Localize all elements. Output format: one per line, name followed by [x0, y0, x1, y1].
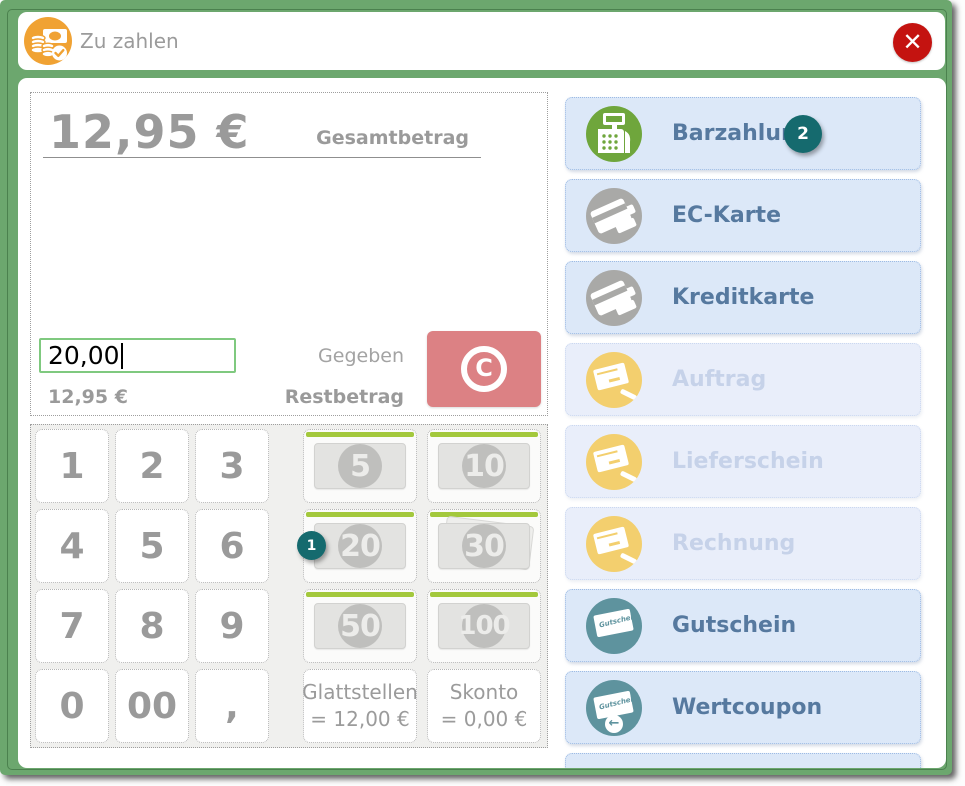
- payment-label: Wertcoupon: [672, 695, 822, 720]
- given-value: 20,00: [48, 341, 120, 370]
- document-pen-icon: [586, 516, 642, 572]
- voucher-arrow-icon: Gutschein ←: [586, 680, 642, 736]
- rest-label: Restbetrag: [285, 386, 404, 408]
- credit-card-icon: [586, 270, 642, 326]
- payment-button-ec-karte[interactable]: EC-Karte: [565, 179, 921, 252]
- numpad-key-00[interactable]: 00: [115, 669, 189, 743]
- banknote-button-30[interactable]: 30: [427, 509, 541, 583]
- payment-button-lieferschein: Lieferschein: [565, 425, 921, 498]
- total-amount: 12,95 €: [49, 105, 250, 159]
- payment-button-partial[interactable]: [565, 753, 921, 768]
- numpad-key-1[interactable]: 1: [35, 429, 109, 503]
- close-button[interactable]: ✕: [893, 23, 932, 62]
- payment-label: EC-Karte: [672, 203, 781, 228]
- green-bar: [306, 432, 414, 437]
- numpad-key-3[interactable]: 3: [195, 429, 269, 503]
- numpad-key-6[interactable]: 6: [195, 509, 269, 583]
- payment-label: Kreditkarte: [672, 285, 814, 310]
- green-bar: [430, 432, 538, 437]
- numpad-key-7[interactable]: 7: [35, 589, 109, 663]
- banknote-button-100[interactable]: 100: [427, 589, 541, 663]
- payment-button-barzahlung[interactable]: Barzahlung 2: [565, 97, 921, 170]
- keypad-panel: 1 2 3 4 5 6 7 8 9 0 00 , 5 10: [30, 424, 548, 748]
- banknote-icon: 5: [314, 443, 406, 489]
- voucher-icon: Gutschein: [586, 598, 642, 654]
- skonto-button[interactable]: Skonto = 0,00 €: [427, 669, 541, 743]
- arrow-left-icon: ←: [605, 715, 623, 733]
- payment-label: Auftrag: [672, 367, 766, 392]
- denomination-grid: 5 10 20 30 50: [303, 429, 541, 743]
- numpad-key-8[interactable]: 8: [115, 589, 189, 663]
- dialog-title: Zu zahlen: [80, 29, 179, 53]
- rest-amount: 12,95 €: [48, 386, 128, 408]
- step-badge-2: 2: [784, 115, 822, 153]
- payment-label: Rechnung: [672, 531, 795, 556]
- banknote-icon: 10: [438, 443, 530, 489]
- close-icon: ✕: [902, 30, 922, 54]
- total-underline: [43, 157, 481, 158]
- green-bar: [306, 592, 414, 597]
- glattstellen-button[interactable]: Glattstellen = 12,00 €: [303, 669, 417, 743]
- green-bar: [306, 512, 414, 517]
- banknote-icon: 30: [438, 523, 530, 569]
- text-caret: [121, 343, 123, 369]
- money-coins-icon: [24, 17, 72, 65]
- payment-label: Lieferschein: [672, 449, 824, 474]
- total-label: Gesamtbetrag: [316, 127, 469, 149]
- banknote-icon: 100: [438, 603, 530, 649]
- given-amount-input[interactable]: 20,00: [39, 338, 236, 373]
- ec-card-icon: [586, 188, 642, 244]
- payments-panel: Barzahlung 2 EC-Karte Kreditkarte Au: [565, 97, 921, 768]
- given-label: Gegeben: [318, 345, 404, 367]
- numpad-key-comma[interactable]: ,: [195, 669, 269, 743]
- clear-button[interactable]: C: [427, 331, 541, 407]
- payment-button-kreditkarte[interactable]: Kreditkarte: [565, 261, 921, 334]
- numpad-key-5[interactable]: 5: [115, 509, 189, 583]
- numpad-key-4[interactable]: 4: [35, 509, 109, 583]
- clear-icon: C: [461, 346, 507, 392]
- payment-button-auftrag: Auftrag: [565, 343, 921, 416]
- numpad-key-9[interactable]: 9: [195, 589, 269, 663]
- payment-button-gutschein[interactable]: Gutschein Gutschein: [565, 589, 921, 662]
- dialog-content: 12,95 € Gesamtbetrag 20,00 Gegeben 12,95…: [18, 78, 946, 768]
- banknote-button-50[interactable]: 50: [303, 589, 417, 663]
- payment-button-rechnung: Rechnung: [565, 507, 921, 580]
- banknote-icon: 50: [314, 603, 406, 649]
- numpad-key-2[interactable]: 2: [115, 429, 189, 503]
- step-badge-1: 1: [297, 531, 326, 560]
- cash-register-icon: [586, 106, 642, 162]
- banknote-button-10[interactable]: 10: [427, 429, 541, 503]
- numpad-key-0[interactable]: 0: [35, 669, 109, 743]
- payment-label: Gutschein: [672, 613, 796, 638]
- banknote-button-5[interactable]: 5: [303, 429, 417, 503]
- payment-dialog-window: Zu zahlen ✕ 12,95 € Gesamtbetrag 20,00 G…: [0, 0, 952, 775]
- titlebar: Zu zahlen ✕: [18, 12, 945, 70]
- amount-panel: 12,95 € Gesamtbetrag 20,00 Gegeben 12,95…: [30, 92, 548, 416]
- payment-button-wertcoupon[interactable]: Gutschein ← Wertcoupon: [565, 671, 921, 744]
- banknote-icon: 20: [314, 523, 406, 569]
- document-pen-icon: [586, 352, 642, 408]
- green-bar: [430, 512, 538, 517]
- document-pen-icon: [586, 434, 642, 490]
- numpad: 1 2 3 4 5 6 7 8 9 0 00 ,: [35, 429, 269, 743]
- green-bar: [430, 592, 538, 597]
